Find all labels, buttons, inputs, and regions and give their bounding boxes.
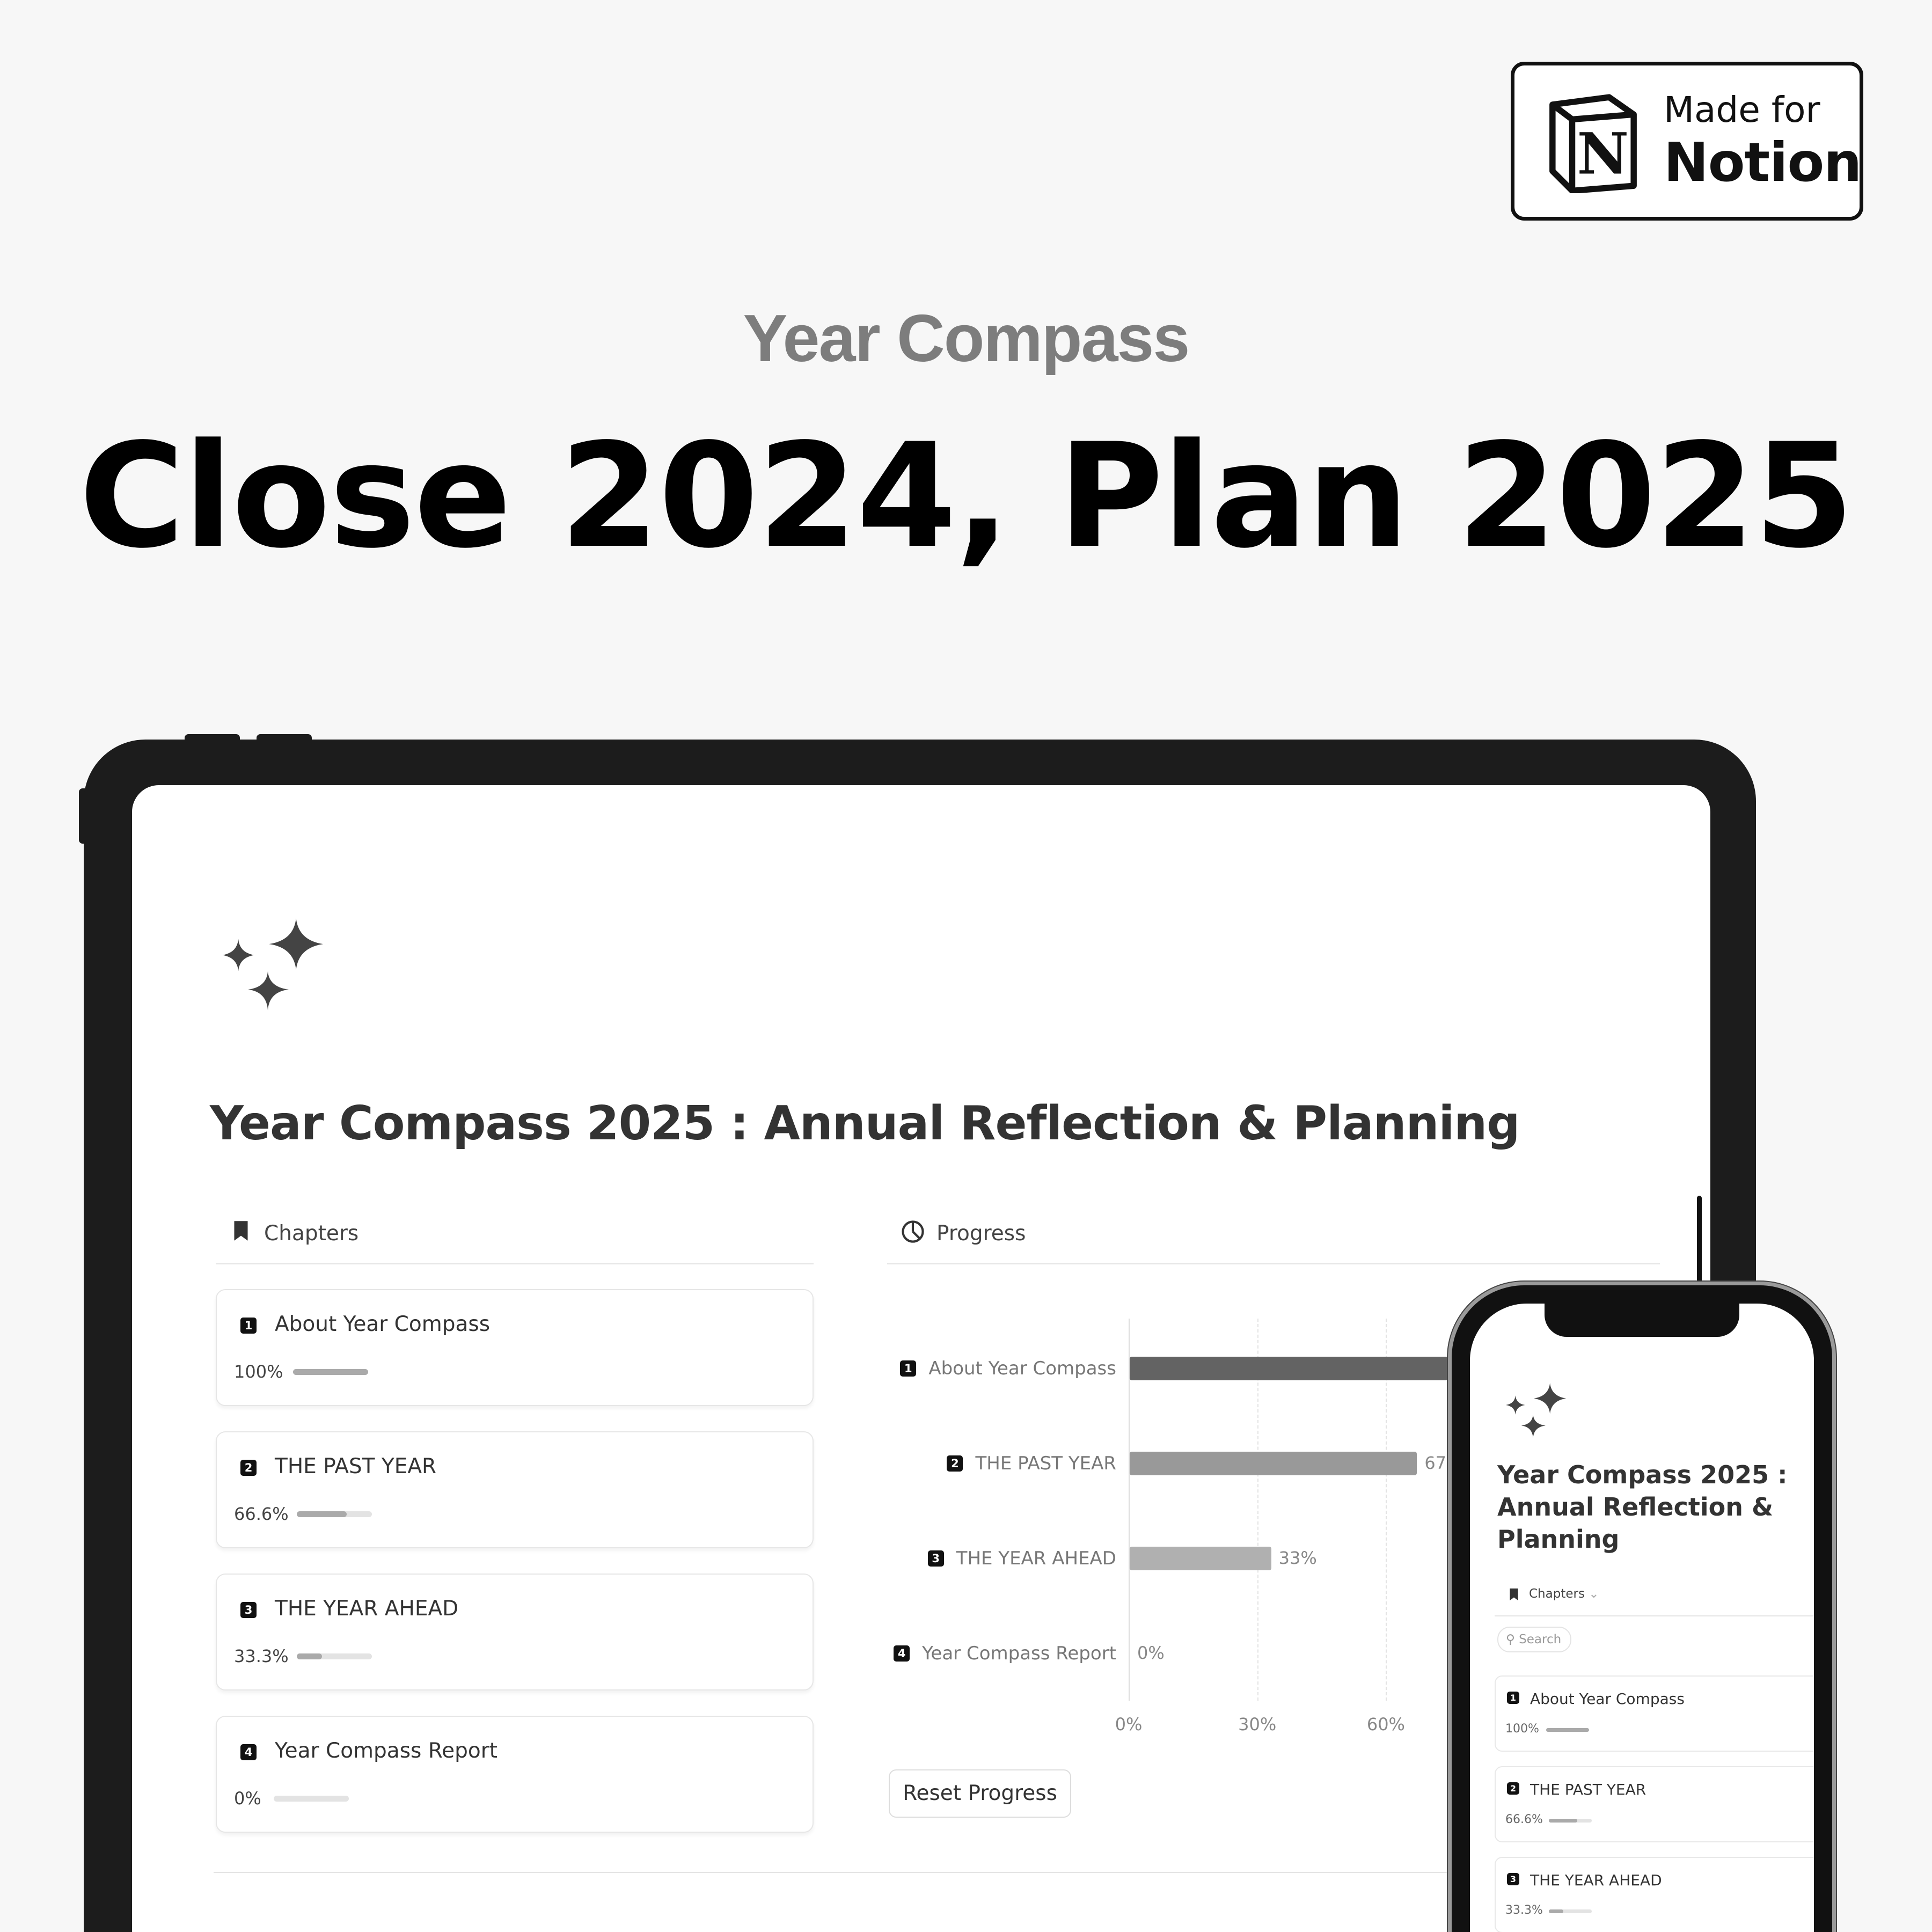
made-for-notion-badge: N Made for Notion [1511, 62, 1863, 221]
reset-progress-button[interactable]: Reset Progress [889, 1769, 1071, 1818]
chapter-number-badge: 3 [1507, 1873, 1519, 1885]
chapter-number-badge: 3 [240, 1602, 257, 1618]
chapter-number-badge: 1 [1507, 1692, 1519, 1704]
chapter-progress-bar [1549, 1909, 1592, 1913]
divider [1495, 1615, 1814, 1616]
progress-fill [1546, 1728, 1589, 1732]
chapter-title: Year Compass Report [275, 1739, 498, 1763]
kicker-title: Year Compass [743, 302, 1190, 376]
progress-fill [1549, 1909, 1563, 1913]
category-text: THE YEAR AHEAD [956, 1548, 1116, 1569]
divider [887, 1263, 1660, 1264]
category-label: 3 THE YEAR AHEAD [927, 1548, 1116, 1569]
phone-chapters-label: Chapters [1529, 1587, 1585, 1601]
divider [216, 1263, 814, 1264]
x-tick-label: 0% [1115, 1714, 1143, 1735]
scrollbar[interactable] [1697, 1196, 1702, 1294]
bar[interactable] [1130, 1547, 1271, 1570]
page-title: Year Compass 2025 : Annual Reflection & … [210, 1096, 1520, 1151]
chapter-card[interactable]: 3 THE YEAR AHEAD 33.3% [216, 1574, 814, 1690]
chapter-title: THE PAST YEAR [275, 1454, 437, 1479]
title-line: Annual Reflection & [1497, 1492, 1774, 1521]
title-line: Year Compass 2025 : [1497, 1460, 1788, 1489]
chapter-percent: 66.6% [234, 1504, 289, 1524]
headline: Close 2024, Plan 2025 [79, 413, 1854, 580]
category-number-badge: 3 [927, 1550, 944, 1567]
phone-notch [1545, 1304, 1739, 1337]
chapter-percent: 33.3% [234, 1646, 289, 1666]
chapter-card[interactable]: 2 THE PAST YEAR 66.6% [216, 1431, 814, 1548]
phone-chapters-tab[interactable]: Chapters ⌄ [1529, 1587, 1599, 1601]
chapter-percent: 0% [234, 1788, 261, 1809]
chapter-progress-bar [297, 1511, 372, 1517]
category-number-badge: 1 [900, 1360, 917, 1377]
category-text: About Year Compass [928, 1358, 1116, 1379]
chapter-progress-bar [1546, 1728, 1589, 1732]
category-label: 4 Year Compass Report [894, 1643, 1116, 1664]
chapters-view-tab[interactable]: Chapters [264, 1221, 358, 1246]
chapter-progress-bar [297, 1653, 372, 1659]
search-placeholder: Search [1519, 1633, 1562, 1646]
sparkles-icon [222, 918, 324, 1011]
category-text: THE PAST YEAR [975, 1453, 1116, 1474]
phone-search-input[interactable]: ⚲ Search [1497, 1627, 1571, 1652]
phone-chapter-card[interactable]: 3 THE YEAR AHEAD 33.3% [1495, 1857, 1814, 1932]
phone-screen: Year Compass 2025 : Annual Reflection & … [1470, 1304, 1814, 1932]
progress-fill [297, 1511, 347, 1517]
bookmark-icon [234, 1221, 248, 1241]
chapter-percent: 100% [234, 1362, 283, 1382]
chapter-number-badge: 2 [1507, 1782, 1519, 1795]
progress-view-tab[interactable]: Progress [936, 1221, 1026, 1246]
progress-fill [1549, 1819, 1578, 1823]
pie-chart-icon [902, 1220, 924, 1243]
chapter-number-badge: 2 [240, 1460, 257, 1476]
promo-canvas: N Made for Notion Year Compass Close 202… [0, 0, 1932, 1932]
chapter-card[interactable]: 4 Year Compass Report 0% [216, 1716, 814, 1833]
bar-value-label: 33% [1278, 1548, 1317, 1568]
chevron-down-icon: ⌄ [1589, 1587, 1599, 1601]
divider [214, 1872, 1569, 1873]
bar[interactable] [1130, 1452, 1417, 1475]
chapter-card[interactable]: 1 About Year Compass 100% [216, 1289, 814, 1406]
category-label: 1 About Year Compass [900, 1358, 1116, 1379]
notion-logo-icon: N [1549, 94, 1637, 193]
chapter-percent: 33.3% [1505, 1904, 1543, 1917]
category-label: 2 THE PAST YEAR [947, 1453, 1116, 1474]
progress-fill [293, 1369, 368, 1375]
search-icon: ⚲ [1506, 1633, 1515, 1646]
chapter-title: THE YEAR AHEAD [1530, 1871, 1662, 1889]
svg-text:N: N [1577, 120, 1629, 187]
chapter-title: THE YEAR AHEAD [275, 1597, 459, 1621]
bookmark-icon [1510, 1588, 1518, 1601]
chapter-number-badge: 4 [240, 1744, 257, 1760]
progress-fill [297, 1653, 322, 1659]
category-number-badge: 2 [947, 1455, 963, 1472]
chapter-title: About Year Compass [1530, 1690, 1685, 1708]
chapter-progress-bar [274, 1796, 349, 1802]
bar-value-label: 0% [1137, 1643, 1165, 1663]
sparkles-icon [1506, 1382, 1567, 1438]
chapter-percent: 100% [1505, 1722, 1539, 1736]
chapter-percent: 66.6% [1505, 1813, 1543, 1826]
chapter-title: About Year Compass [275, 1312, 491, 1336]
x-tick-label: 60% [1366, 1714, 1405, 1735]
phone-frame: Year Compass 2025 : Annual Reflection & … [1448, 1282, 1836, 1932]
badge-line1: Made for [1664, 89, 1820, 130]
phone-chapter-card[interactable]: 1 About Year Compass 100% [1495, 1675, 1814, 1752]
chapter-number-badge: 1 [240, 1318, 257, 1334]
title-line: Planning [1497, 1525, 1620, 1554]
badge-line2: Notion [1664, 131, 1862, 194]
chapter-progress-bar [293, 1369, 368, 1375]
chapter-progress-bar [1549, 1819, 1592, 1823]
chapter-title: THE PAST YEAR [1530, 1781, 1646, 1798]
phone-chapter-card[interactable]: 2 THE PAST YEAR 66.6% [1495, 1766, 1814, 1842]
category-text: Year Compass Report [922, 1643, 1116, 1664]
category-number-badge: 4 [894, 1645, 910, 1662]
phone-page-title: Year Compass 2025 : Annual Reflection & … [1497, 1459, 1788, 1555]
x-tick-label: 30% [1238, 1714, 1277, 1735]
